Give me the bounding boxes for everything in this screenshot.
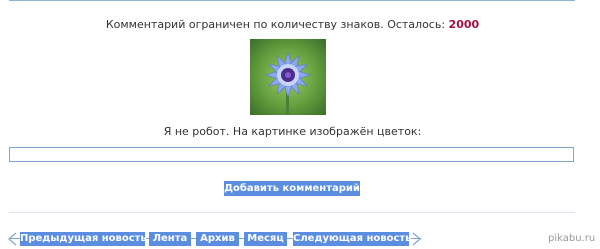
feed-button[interactable]: Лента [149, 232, 191, 246]
watermark-text: pikabu.ru [548, 233, 596, 244]
top-border-line [9, 0, 575, 1]
archive-button[interactable]: Архив [196, 232, 239, 246]
next-news-button[interactable]: Следующая новость [293, 232, 412, 246]
arrow-right-icon [412, 232, 421, 246]
captcha-image [250, 39, 326, 115]
comment-limit-notice: Комментарий ограничен по количеству знак… [0, 18, 585, 31]
section-divider [9, 212, 575, 213]
arrow-left-icon [8, 232, 17, 246]
prev-news-button[interactable]: Предыдущая новость [20, 232, 147, 246]
remaining-chars-count: 2000 [448, 18, 480, 31]
captcha-question: Я не робот. На картинке изображён цветок… [163, 125, 422, 138]
cornflower-image [250, 39, 326, 115]
month-button[interactable]: Месяц [244, 232, 287, 246]
comment-limit-text: Комментарий ограничен по количеству знак… [105, 18, 446, 31]
add-comment-button[interactable]: Добавить комментарий [224, 181, 360, 196]
captcha-answer-input[interactable] [9, 147, 574, 162]
